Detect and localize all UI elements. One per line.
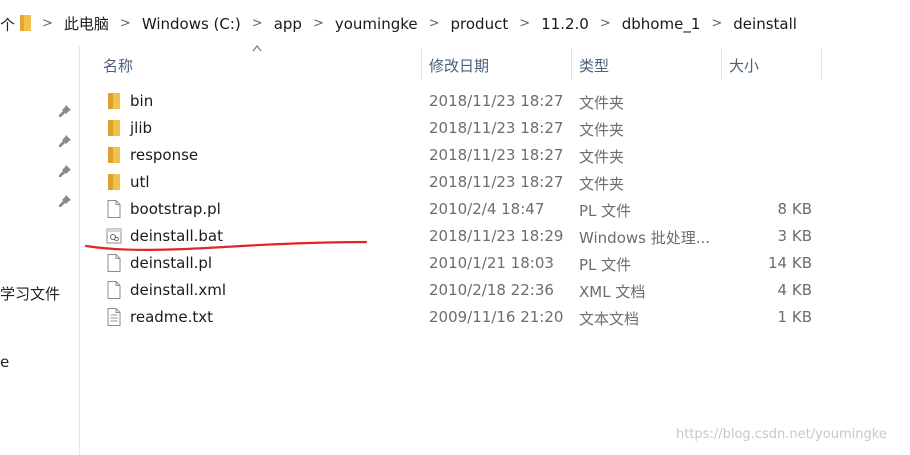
file-type: 文件夹 bbox=[579, 175, 625, 193]
chevron-right-icon[interactable]: > bbox=[252, 16, 263, 31]
pin-icon[interactable] bbox=[58, 164, 72, 178]
chevron-right-icon[interactable]: > bbox=[519, 16, 530, 31]
folder-icon bbox=[106, 119, 122, 137]
file-type: PL 文件 bbox=[579, 202, 632, 220]
file-name[interactable]: readme.txt bbox=[130, 308, 213, 326]
column-divider[interactable] bbox=[721, 48, 722, 80]
breadcrumb-item[interactable]: 11.2.0 bbox=[541, 15, 589, 33]
breadcrumb-item[interactable]: product bbox=[451, 15, 509, 33]
pin-icon[interactable] bbox=[58, 134, 72, 148]
file-modified-date: 2018/11/23 18:27 bbox=[429, 173, 564, 191]
file-modified-date: 2018/11/23 18:27 bbox=[429, 119, 564, 137]
file-size: 1 KB bbox=[777, 308, 812, 326]
breadcrumb-item[interactable]: dbhome_1 bbox=[622, 15, 701, 33]
chevron-right-icon[interactable]: > bbox=[120, 16, 131, 31]
folder-icon bbox=[106, 146, 122, 164]
sort-ascending-icon bbox=[252, 45, 262, 52]
column-header-date[interactable]: 修改日期 bbox=[429, 55, 489, 76]
file-row[interactable]: utl 2018/11/23 18:27 文件夹 bbox=[96, 169, 826, 196]
column-divider[interactable] bbox=[821, 48, 822, 80]
file-type: 文件夹 bbox=[579, 148, 625, 166]
breadcrumb-item-current[interactable]: deinstall bbox=[733, 15, 797, 33]
text-file-icon bbox=[106, 308, 122, 326]
column-header-size[interactable]: 大小 bbox=[729, 55, 759, 76]
column-divider[interactable] bbox=[421, 48, 422, 80]
chevron-right-icon[interactable]: > bbox=[313, 16, 324, 31]
file-type: Windows 批处理... bbox=[579, 229, 711, 247]
up-button-fragment[interactable]: 个 bbox=[0, 14, 15, 35]
file-name[interactable]: bootstrap.pl bbox=[130, 200, 221, 218]
file-modified-date: 2018/11/23 18:29 bbox=[429, 227, 564, 245]
file-modified-date: 2018/11/23 18:27 bbox=[429, 92, 564, 110]
file-modified-date: 2010/1/21 18:03 bbox=[429, 254, 554, 272]
address-bar[interactable]: 个 > 此电脑 > Windows (C:) > app > youmingke… bbox=[0, 0, 910, 46]
breadcrumb-item[interactable]: 此电脑 bbox=[64, 13, 109, 34]
file-modified-date: 2018/11/23 18:27 bbox=[429, 146, 564, 164]
column-header-name[interactable]: 名称 bbox=[103, 55, 133, 76]
file-name[interactable]: utl bbox=[130, 173, 150, 191]
file-row[interactable]: deinstall.xml 2010/2/18 22:36 XML 文档 4 KB bbox=[96, 277, 826, 304]
red-annotation-underline bbox=[84, 240, 368, 251]
pin-icon[interactable] bbox=[58, 194, 72, 208]
file-modified-date: 2010/2/4 18:47 bbox=[429, 200, 545, 218]
breadcrumb-item[interactable]: app bbox=[274, 15, 302, 33]
file-row[interactable]: readme.txt 2009/11/16 21:20 文本文档 1 KB bbox=[96, 304, 826, 331]
breadcrumb: > 此电脑 > Windows (C:) > app > youmingke >… bbox=[40, 13, 797, 34]
file-modified-date: 2009/11/16 21:20 bbox=[429, 308, 564, 326]
file-row[interactable]: response 2018/11/23 18:27 文件夹 bbox=[96, 142, 826, 169]
column-header-row: 名称 修改日期 类型 大小 bbox=[0, 48, 910, 82]
folder-icon bbox=[106, 92, 122, 110]
file-type: PL 文件 bbox=[579, 256, 632, 274]
file-row[interactable]: bootstrap.pl 2010/2/4 18:47 PL 文件 8 KB bbox=[96, 196, 826, 223]
column-divider[interactable] bbox=[571, 48, 572, 80]
chevron-right-icon[interactable]: > bbox=[429, 16, 440, 31]
file-size: 4 KB bbox=[777, 281, 812, 299]
pane-divider[interactable] bbox=[79, 46, 80, 455]
folder-icon bbox=[20, 15, 31, 31]
navigation-pane: 学习文件 e bbox=[0, 46, 80, 455]
file-size: 8 KB bbox=[777, 200, 812, 218]
file-type: 文件夹 bbox=[579, 94, 625, 112]
breadcrumb-item[interactable]: youmingke bbox=[335, 15, 418, 33]
nav-item-study-files[interactable]: 学习文件 bbox=[0, 283, 60, 304]
chevron-right-icon[interactable]: > bbox=[42, 16, 53, 31]
file-icon bbox=[106, 200, 122, 218]
file-icon bbox=[106, 254, 122, 272]
file-name[interactable]: deinstall.xml bbox=[130, 281, 226, 299]
chevron-right-icon[interactable]: > bbox=[600, 16, 611, 31]
file-row[interactable]: bin 2018/11/23 18:27 文件夹 bbox=[96, 88, 826, 115]
watermark: https://blog.csdn.net/youmingke bbox=[676, 427, 887, 442]
file-type: 文本文档 bbox=[579, 310, 640, 328]
breadcrumb-item[interactable]: Windows (C:) bbox=[142, 15, 241, 33]
nav-item-fragment[interactable]: e bbox=[0, 353, 9, 371]
file-name[interactable]: jlib bbox=[130, 119, 152, 137]
file-modified-date: 2010/2/18 22:36 bbox=[429, 281, 554, 299]
file-size: 14 KB bbox=[768, 254, 812, 272]
file-name[interactable]: response bbox=[130, 146, 198, 164]
folder-icon bbox=[106, 173, 122, 191]
column-header-type[interactable]: 类型 bbox=[579, 55, 609, 76]
file-name[interactable]: deinstall.pl bbox=[130, 254, 212, 272]
file-name[interactable]: bin bbox=[130, 92, 153, 110]
file-type: 文件夹 bbox=[579, 121, 625, 139]
file-row[interactable]: jlib 2018/11/23 18:27 文件夹 bbox=[96, 115, 826, 142]
chevron-right-icon[interactable]: > bbox=[711, 16, 722, 31]
file-size: 3 KB bbox=[777, 227, 812, 245]
file-row[interactable]: deinstall.pl 2010/1/21 18:03 PL 文件 14 KB bbox=[96, 250, 826, 277]
file-type: XML 文档 bbox=[579, 283, 646, 301]
pin-icon[interactable] bbox=[58, 104, 72, 118]
file-icon bbox=[106, 281, 122, 299]
